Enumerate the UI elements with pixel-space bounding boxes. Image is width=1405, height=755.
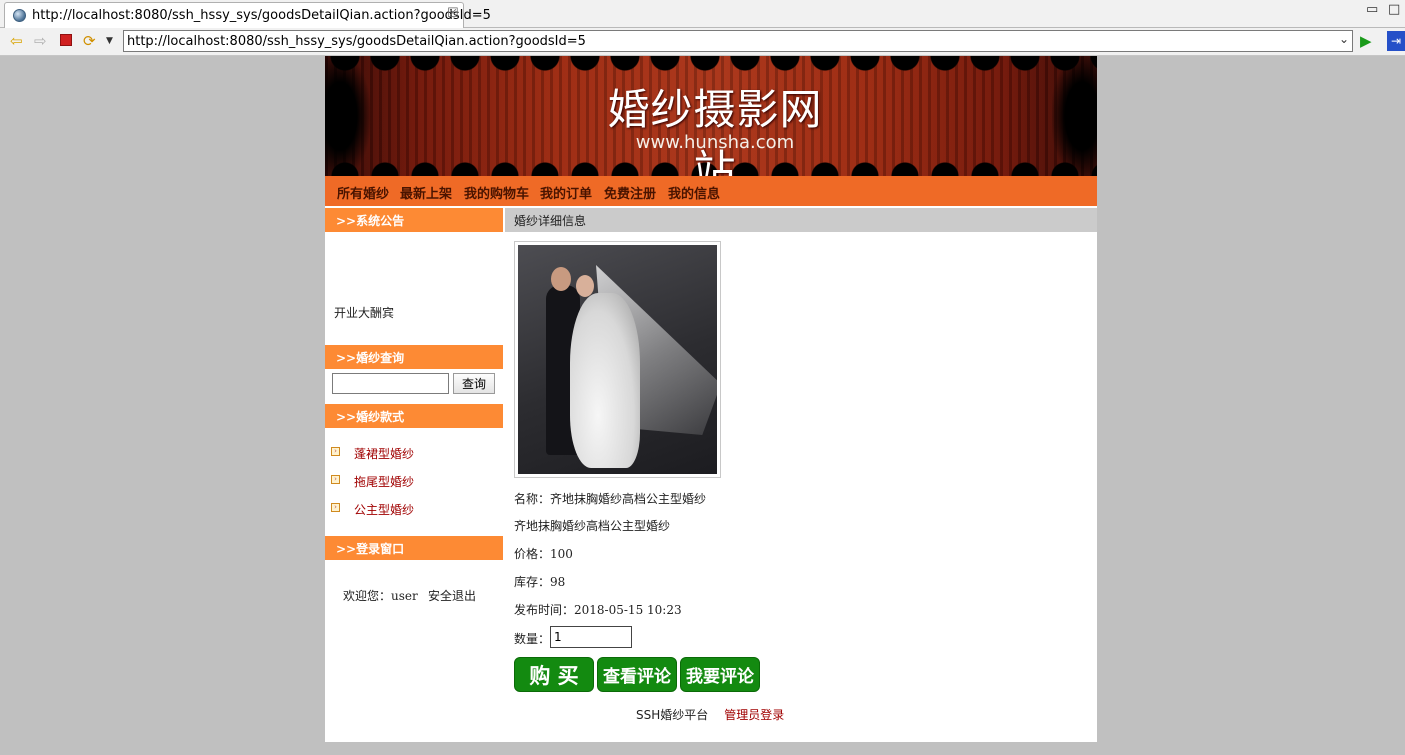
tab-title: http://localhost:8080/ssh_hssy_sys/goods… (32, 8, 491, 23)
price-row: 价格：100 (514, 545, 573, 562)
date-value: 2018-05-15 10:23 (574, 603, 682, 617)
date-row: 发布时间：2018-05-15 10:23 (514, 601, 682, 618)
history-dropdown-icon[interactable]: ▼ (106, 31, 113, 51)
stock-label: 库存： (514, 575, 551, 589)
platform-name: SSH婚纱平台 (636, 708, 709, 722)
maximize-icon[interactable]: □ (1388, 2, 1400, 17)
refresh-icon[interactable]: ⟳ (83, 31, 96, 51)
bridehead (576, 275, 594, 297)
username: user (391, 589, 418, 603)
add-comment-button[interactable]: 我要评论 (680, 657, 760, 692)
category-link[interactable]: 蓬裙型婚纱 (354, 445, 414, 462)
url-input[interactable] (127, 33, 1327, 50)
buy-button[interactable]: 购 买 (514, 657, 594, 692)
wedding-photo-image (518, 245, 717, 474)
back-arrow-icon[interactable]: ⇦ (10, 31, 23, 51)
gown-name-row: 名称：齐地抹胸婚纱高档公主型婚纱 (514, 490, 706, 507)
minimize-icon[interactable]: ▭ (1366, 2, 1378, 17)
gown-photo (514, 241, 721, 478)
notice-text: 开业大酬宾 (334, 306, 395, 320)
price-label: 价格： (514, 547, 551, 561)
notice-heading: >>系统公告 (325, 208, 503, 232)
quantity-input[interactable] (550, 626, 632, 648)
welcome-message: 欢迎您：user (343, 587, 418, 604)
main-nav: 所有婚纱 最新上架 我的购物车 我的订单 免费注册 我的信息 (325, 176, 1097, 206)
admin-login-link[interactable]: 管理员登录 (724, 708, 784, 722)
category-link[interactable]: 拖尾型婚纱 (354, 473, 414, 490)
price-value: 100 (550, 547, 573, 561)
browser-toolbar: ⇦ ⇨ ⟳ ▼ ⌄ ▶ ⇥ (0, 28, 1405, 56)
search-input[interactable] (332, 373, 449, 394)
gown-name: 齐地抹胸婚纱高档公主型婚纱 (550, 492, 707, 506)
nav-all-gowns[interactable]: 所有婚纱 (337, 183, 389, 202)
logout-link[interactable]: 安全退出 (428, 587, 476, 604)
category-heading: >>婚纱款式 (325, 404, 503, 428)
left-sidebar: >>系统公告 开业大酬宾 >>婚纱查询 查询 >>婚纱款式 › 蓬裙型婚纱 › … (325, 206, 503, 706)
arrow-bullet-icon: › (331, 503, 340, 512)
date-label: 发布时间： (514, 603, 575, 617)
globe-icon (13, 9, 26, 22)
browser-tab[interactable]: http://localhost:8080/ssh_hssy_sys/goods… (4, 2, 491, 28)
dress (570, 293, 640, 468)
login-heading: >>登录窗口 (325, 536, 503, 560)
browser-tabbar: http://localhost:8080/ssh_hssy_sys/goods… (0, 0, 1405, 28)
stock-value: 98 (550, 575, 566, 589)
name-label: 名称： (514, 492, 551, 506)
open-external-icon[interactable]: ⇥ (1387, 31, 1405, 51)
site-banner: 婚纱摄影网站 www.hunsha.com (325, 56, 1097, 176)
category-link[interactable]: 公主型婚纱 (354, 501, 414, 518)
nav-register[interactable]: 免费注册 (604, 183, 656, 202)
url-dropdown-icon[interactable]: ⌄ (1339, 32, 1349, 46)
site-subtitle: www.hunsha.com (635, 132, 795, 153)
stop-icon[interactable] (60, 34, 72, 46)
nav-my-info[interactable]: 我的信息 (668, 183, 720, 202)
search-button[interactable]: 查询 (453, 373, 495, 394)
page-footer: SSH婚纱平台 管理员登录 (636, 706, 784, 723)
view-comments-button[interactable]: 查看评论 (597, 657, 677, 692)
nav-my-orders[interactable]: 我的订单 (540, 183, 592, 202)
groomhead (551, 267, 571, 291)
qty-label: 数量： (514, 632, 551, 646)
arrow-bullet-icon: › (331, 475, 340, 484)
detail-heading: 婚纱详细信息 (505, 208, 1097, 232)
welcome-label: 欢迎您： (343, 589, 392, 603)
nav-new-arrivals[interactable]: 最新上架 (400, 183, 452, 202)
site-title: 婚纱摄影网站 (607, 85, 823, 176)
arrow-bullet-icon: › (331, 447, 340, 456)
go-icon[interactable]: ▶ (1360, 31, 1372, 51)
nav-shopping-cart[interactable]: 我的购物车 (464, 183, 529, 202)
web-page: 婚纱摄影网站 www.hunsha.com 所有婚纱 最新上架 我的购物车 我的… (325, 56, 1097, 742)
stock-row: 库存：98 (514, 573, 565, 590)
tab-close-icon[interactable]: ☒ (447, 6, 459, 21)
gown-description: 齐地抹胸婚纱高档公主型婚纱 (514, 519, 671, 533)
search-heading: >>婚纱查询 (325, 345, 503, 369)
address-bar[interactable]: ⌄ (123, 30, 1353, 52)
forward-arrow-icon[interactable]: ⇨ (34, 31, 47, 51)
